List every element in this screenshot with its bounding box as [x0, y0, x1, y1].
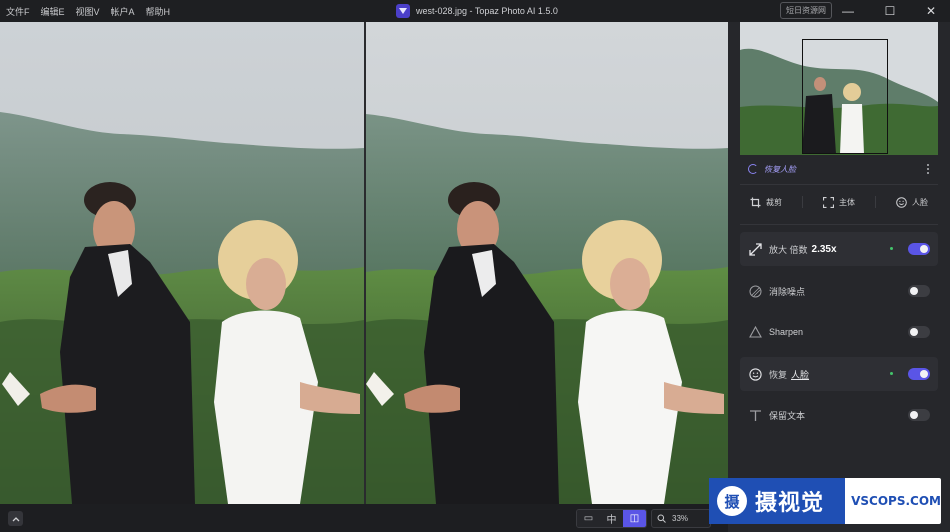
menu-file[interactable]: 文件F — [6, 5, 30, 18]
face-tool-button[interactable]: 人脸 — [896, 196, 928, 208]
tool-separator — [875, 196, 876, 208]
zoom-value: 33% — [672, 514, 689, 523]
viewport-indicator[interactable] — [802, 39, 888, 154]
site-watermark: 摄 摄视觉 VSCOPS.COM — [709, 478, 941, 524]
wedding-photo-preview — [366, 22, 728, 504]
chevron-up-icon — [12, 516, 19, 521]
loading-spinner-icon — [748, 164, 758, 174]
view-split-button[interactable]: 中 — [600, 510, 623, 527]
panel-divider — [740, 224, 938, 225]
crop-icon — [750, 197, 761, 207]
subject-icon — [823, 196, 834, 208]
status-dot — [890, 372, 893, 375]
original-image-viewer[interactable] — [0, 22, 364, 504]
subject-tool-label: 主体 — [839, 197, 855, 207]
zoom-icon — [657, 514, 666, 523]
menu-bar: 文件F 编辑E 视图V 帐户A 帮助H — [6, 0, 170, 22]
tool-row: 裁剪 主体 人脸 — [740, 192, 938, 212]
view-side-by-side-button[interactable]: ◫ — [623, 510, 646, 527]
panel-divider — [740, 184, 938, 185]
text-icon — [748, 408, 762, 422]
sharpen-label: Sharpen — [769, 327, 804, 337]
window-title: west-028.jpg - Topaz Photo AI 1.5.0 — [416, 6, 558, 16]
topaz-logo-icon — [396, 4, 410, 18]
status-dot — [890, 247, 893, 250]
tool-separator — [802, 196, 803, 208]
minimize-button[interactable]: — — [833, 0, 863, 22]
wedding-photo-original — [0, 22, 364, 504]
zoom-control[interactable]: 33% — [651, 509, 711, 528]
upscale-icon — [748, 242, 762, 256]
sharpen-toggle[interactable] — [908, 326, 930, 338]
subject-tool-button[interactable]: 主体 — [823, 196, 855, 208]
titlebar-tag[interactable]: 短日资源网 — [780, 2, 832, 19]
right-panel: 恢复人脸 裁剪 主体 人脸 放大 倍数 2.35x 消除噪点 Sharpen 恢… — [728, 22, 950, 532]
denoise-label: 消除噪点 — [769, 286, 806, 297]
topaz-photo-ai-window: 文件F 编辑E 视图V 帐户A 帮助H west-028.jpg - Topaz… — [0, 0, 950, 532]
watermark-url: VSCOPS.COM — [851, 494, 941, 508]
title-bar: 文件F 编辑E 视图V 帐户A 帮助H west-028.jpg - Topaz… — [0, 0, 950, 22]
more-options-icon[interactable] — [924, 162, 932, 176]
menu-account[interactable]: 帐户A — [111, 5, 135, 18]
navigator-thumbnail[interactable] — [740, 22, 938, 155]
upscale-label: 放大 倍数 — [769, 244, 808, 255]
crop-tool-button[interactable]: 裁剪 — [750, 197, 782, 208]
preserve-text-label: 保留文本 — [769, 410, 806, 421]
watermark-logo-icon: 摄 — [717, 486, 747, 516]
face-recovery-feature[interactable]: 恢复 人脸 — [740, 357, 938, 391]
denoise-feature[interactable]: 消除噪点 — [740, 274, 938, 308]
view-single-button[interactable]: ▭ — [577, 510, 600, 527]
denoise-toggle[interactable] — [908, 285, 930, 297]
face-recovery-value: 人脸 — [791, 369, 810, 380]
processed-image-viewer[interactable] — [366, 22, 728, 504]
collapse-button[interactable] — [8, 511, 23, 526]
watermark-title: 摄视觉 — [755, 491, 825, 516]
face-recovery-status: 恢复人脸 — [748, 162, 796, 176]
crop-tool-label: 裁剪 — [766, 197, 782, 207]
preserve-text-toggle[interactable] — [908, 409, 930, 421]
view-mode-group: ▭ 中 ◫ — [576, 509, 647, 528]
upscale-feature[interactable]: 放大 倍数 2.35x — [740, 232, 938, 266]
face-recovery-label: 恢复 — [769, 369, 788, 380]
maximize-button[interactable]: ☐ — [875, 0, 905, 22]
menu-help[interactable]: 帮助H — [146, 5, 171, 18]
bottom-toolbar: ▭ 中 ◫ 33% — [0, 504, 728, 532]
face-status-label: 恢复人脸 — [764, 164, 796, 174]
face-tool-label: 人脸 — [912, 197, 928, 207]
menu-edit[interactable]: 编辑E — [41, 5, 65, 18]
menu-view[interactable]: 视图V — [76, 5, 100, 18]
close-button[interactable]: ✕ — [916, 0, 946, 22]
face-recovery-toggle[interactable] — [908, 368, 930, 380]
sharpen-feature[interactable]: Sharpen — [740, 315, 938, 349]
upscale-toggle[interactable] — [908, 243, 930, 255]
preserve-text-feature[interactable]: 保留文本 — [740, 398, 938, 432]
sharpen-icon — [748, 325, 762, 339]
window-title-group: west-028.jpg - Topaz Photo AI 1.5.0 — [396, 0, 558, 22]
denoise-icon — [748, 284, 762, 298]
upscale-value: 2.35x — [811, 243, 837, 255]
face-icon — [896, 196, 907, 208]
face-recovery-icon — [748, 367, 762, 381]
